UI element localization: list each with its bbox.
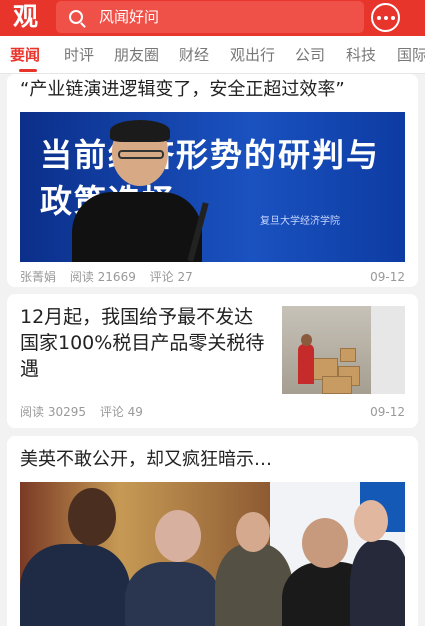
search-placeholder: 风闻好问 — [99, 8, 160, 26]
article-card-2[interactable]: 12月起，我国给予最不发达国家100%税目产品零关税待遇 阅读 30295 评论… — [7, 294, 418, 428]
publish-date: 09-12 — [370, 270, 405, 284]
article-image[interactable] — [20, 482, 405, 626]
app-logo[interactable]: 观 — [13, 1, 55, 33]
top-header: 观 风闻好问 — [0, 0, 425, 36]
read-count: 阅读 30295 — [20, 405, 86, 419]
tab-guoji[interactable]: 国际 — [397, 36, 425, 74]
tab-guanchuxing[interactable]: 观出行 — [230, 36, 275, 74]
search-bar[interactable]: 风闻好问 — [56, 1, 364, 33]
publish-date: 09-12 — [370, 405, 405, 419]
category-tabs: 要闻 时评 朋友圈 财经 观出行 公司 科技 国际 — [0, 36, 425, 74]
article-card-3[interactable]: 美英不敢公开，却又疯狂暗示… — [7, 436, 418, 626]
tab-pengyouquan[interactable]: 朋友圈 — [114, 36, 159, 74]
article-meta: 阅读 30295 评论 49 — [20, 405, 153, 419]
article-image[interactable]: 当前经济形势的研判与政策选择 复旦大学经济学院 — [20, 112, 405, 262]
article-meta: 张菁娟 阅读 21669 评论 27 — [20, 270, 203, 284]
article-title[interactable]: “产业链演进逻辑变了，安全正超过效率” — [20, 76, 345, 104]
chat-bubble-icon[interactable] — [371, 3, 400, 32]
comment-count: 评论 49 — [99, 405, 143, 419]
tab-yaowen[interactable]: 要闻 — [10, 36, 40, 74]
article-card-1[interactable]: “产业链演进逻辑变了，安全正超过效率” 当前经济形势的研判与政策选择 复旦大学经… — [7, 74, 418, 287]
tab-caijing[interactable]: 财经 — [179, 36, 209, 74]
speaker-figure — [72, 120, 202, 262]
article-title[interactable]: 美英不敢公开，却又疯狂暗示… — [20, 446, 272, 474]
read-count: 阅读 21669 — [69, 270, 136, 284]
comment-count: 评论 27 — [149, 270, 193, 284]
tab-shiping[interactable]: 时评 — [64, 36, 94, 74]
image-subtext: 复旦大学经济学院 — [260, 216, 340, 227]
author-name: 张菁娟 — [20, 270, 57, 284]
search-icon — [69, 10, 83, 24]
tab-gongsi[interactable]: 公司 — [295, 36, 325, 74]
tab-keji[interactable]: 科技 — [346, 36, 376, 74]
article-thumbnail[interactable] — [282, 306, 405, 394]
article-title[interactable]: 12月起，我国给予最不发达国家100%税目产品零关税待遇 — [20, 304, 272, 382]
